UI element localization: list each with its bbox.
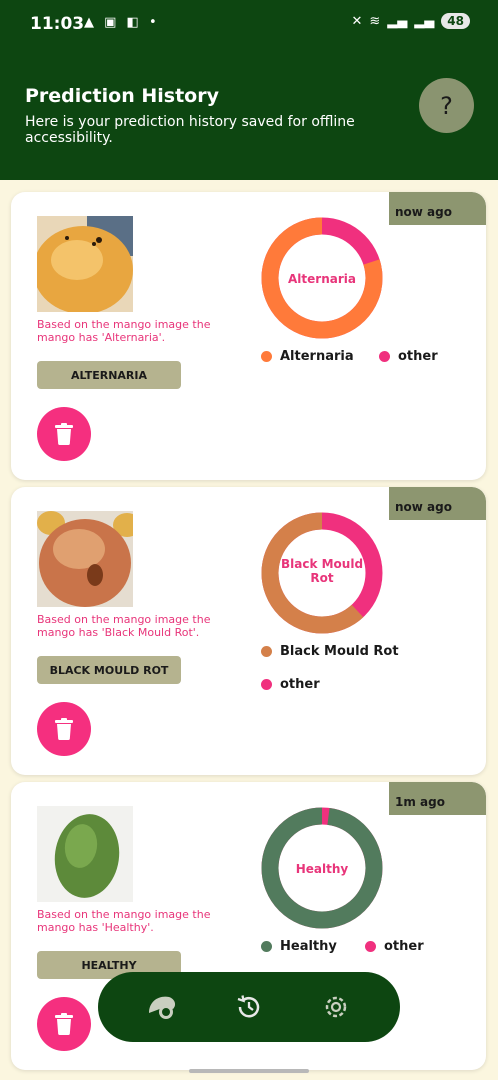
legend-item-other: other (379, 349, 438, 364)
legend-dot (379, 351, 390, 362)
help-icon: ? (440, 91, 453, 120)
predict-icon[interactable] (145, 990, 179, 1024)
prediction-description: Based on the mango image the mango has '… (37, 613, 211, 639)
status-time: 11:03 (30, 14, 85, 34)
donut-center-label-line2: Rot (310, 571, 333, 585)
page-header: Prediction History Here is your predicti… (0, 50, 498, 180)
legend-item-main: Alternaria (261, 349, 354, 364)
page-subtitle: Here is your prediction history saved fo… (25, 114, 355, 146)
legend-dot (261, 351, 272, 362)
wifi-icon: ≋ (369, 13, 381, 29)
delete-button[interactable] (37, 997, 91, 1051)
help-button[interactable]: ? (419, 78, 474, 133)
bottom-navigation (98, 972, 400, 1042)
prediction-donut-chart: Black Mould Rot (261, 512, 383, 634)
signal-icon-2: ▂▄ (414, 13, 435, 29)
history-icon[interactable] (232, 990, 266, 1024)
mute-icon: ✕ (351, 13, 363, 29)
mango-photo-yellow (37, 216, 133, 312)
prediction-donut-chart: Healthy (261, 807, 383, 929)
prediction-card: now ago Based on the mango image the man… (11, 487, 486, 775)
prediction-description: Based on the mango image the mango has '… (37, 908, 211, 934)
prediction-label-button[interactable]: BLACK MOULD ROT (37, 656, 181, 684)
legend-dot (261, 941, 272, 952)
legend-item-main: Black Mould Rot (261, 644, 399, 659)
mango-photo-red (37, 511, 133, 607)
trash-icon (55, 718, 73, 740)
prediction-label-button[interactable]: ALTERNARIA (37, 361, 181, 389)
time-badge: now ago (389, 192, 486, 225)
legend-dot (261, 679, 272, 690)
home-indicator[interactable] (189, 1069, 309, 1073)
signal-icon: ▂▄ (387, 13, 408, 29)
prediction-donut-chart: Alternaria (261, 217, 383, 339)
settings-icon[interactable] (319, 990, 353, 1024)
legend-item-main: Healthy (261, 939, 337, 954)
prediction-card: now ago Based on the mango image the man… (11, 192, 486, 480)
mango-photo-green (37, 806, 133, 902)
delete-button[interactable] (37, 702, 91, 756)
status-bar: 11:03 ▲ ▣ ◧ • ✕ ≋ ▂▄ ▂▄ 48 (0, 0, 498, 50)
delete-button[interactable] (37, 407, 91, 461)
battery-indicator: 48 (441, 13, 470, 29)
trash-icon (55, 1013, 73, 1035)
donut-center-label: Healthy (296, 862, 349, 876)
status-right: ✕ ≋ ▂▄ ▂▄ 48 (351, 13, 470, 29)
donut-center-label: Alternaria (288, 272, 356, 286)
page-title: Prediction History (25, 85, 219, 107)
legend-item-other: other (261, 677, 320, 692)
legend-dot (261, 646, 272, 657)
legend-dot (365, 941, 376, 952)
notification-icons: ▲ ▣ ◧ • (84, 15, 160, 30)
prediction-description: Based on the mango image the mango has '… (37, 318, 211, 344)
trash-icon (55, 423, 73, 445)
legend-item-other: other (365, 939, 424, 954)
time-badge: 1m ago (389, 782, 486, 815)
donut-center-label-line1: Black Mould (281, 557, 363, 571)
time-badge: now ago (389, 487, 486, 520)
